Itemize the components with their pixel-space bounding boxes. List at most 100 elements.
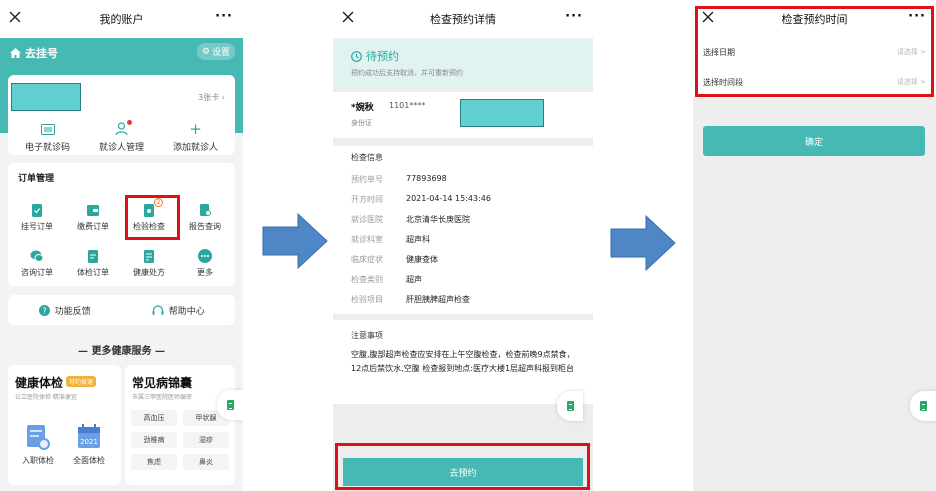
order-management: 订单管理 挂号订单 缴费订单 2 检验检查 报告查询 咨询订单 体检订单 健康处… <box>8 163 235 286</box>
exam-booking-detail-screen: 检查预约详情 ··· 待预约 预约成功后支持取消，并可重新预约 *婉秋 1101… <box>333 0 593 491</box>
page-title: 我的账户 <box>99 13 144 26</box>
close-icon[interactable] <box>342 11 354 23</box>
order-item-register[interactable]: 挂号订单 <box>9 203 65 232</box>
note-icon <box>566 401 574 411</box>
disease-chip[interactable]: 劲椎病 <box>131 432 177 448</box>
info-value: 77893698 <box>406 174 447 183</box>
patient-name: *婉秋 <box>351 103 374 113</box>
info-value: 超声 <box>406 275 422 284</box>
order-item-payment[interactable]: 缴费订单 <box>65 203 121 232</box>
barcode-icon <box>40 121 55 137</box>
close-icon[interactable] <box>9 11 21 23</box>
order-item-report[interactable]: 报告查询 <box>177 203 233 232</box>
flow-arrow-1 <box>262 213 328 269</box>
settings-button[interactable]: ⚙ 设置 <box>196 43 235 60</box>
floating-note-button[interactable] <box>557 391 583 421</box>
gear-icon: ⚙ <box>201 46 210 57</box>
info-value: 健康查体 <box>406 255 438 264</box>
nav-bar: 检查预约详情 ··· <box>333 0 593 38</box>
order-label: 挂号订单 <box>21 222 53 231</box>
disease-chip[interactable]: 湿疹 <box>183 432 229 448</box>
order-label: 咨询订单 <box>21 268 53 277</box>
settings-label: 设置 <box>211 48 230 58</box>
floating-note-button[interactable] <box>217 390 243 420</box>
wallet-icon <box>87 205 99 216</box>
go-register-label: 去挂号 <box>25 47 58 60</box>
info-key: 检查类别 <box>351 275 383 284</box>
person-icon <box>115 120 132 137</box>
order-item-more[interactable]: 更多 <box>177 249 233 278</box>
status-desc: 预约成功后支持取消，并可重新预约 <box>351 69 463 77</box>
onboarding-exam[interactable]: 入职体检 <box>13 423 63 466</box>
id-type: 身份证 <box>351 119 372 127</box>
more-menu-icon[interactable]: ··· <box>215 10 233 23</box>
info-row: 检查类别 超声 <box>351 274 422 285</box>
disease-chip[interactable]: 焦虑 <box>131 454 177 470</box>
home-icon <box>10 48 21 58</box>
confirm-button[interactable]: 确定 <box>703 126 925 156</box>
order-item-checkup[interactable]: 体检订单 <box>65 249 121 278</box>
document-icon <box>27 425 50 450</box>
my-account-screen: 我的账户 ··· 去挂号 ⚙ 设置 3张卡 › 电子就诊码 就诊人管理 + 添加… <box>0 0 243 491</box>
health-check-card[interactable]: 健康体检 可约极速 公立医院体检·精准便宜 入职体检 2021 全面体检 <box>8 365 121 485</box>
info-row: 就诊医院 北京清华长庚医院 <box>351 214 470 225</box>
booking-status: 待预约 预约成功后支持取消，并可重新预约 <box>333 38 593 88</box>
page-title: 检查预约详情 <box>430 13 496 26</box>
help-label: 帮助中心 <box>168 306 205 317</box>
quick-e-code[interactable]: 电子就诊码 <box>10 121 85 153</box>
order-label: 报告查询 <box>189 222 221 231</box>
patient-section: *婉秋 1101**** 身份证 <box>333 92 593 138</box>
highlight-book-button <box>335 443 590 490</box>
exam-label: 入职体检 <box>22 456 54 465</box>
order-label: 健康处方 <box>133 268 165 277</box>
notes-section: 注意事项 空腹,腹部超声检查应安排在上午空腹检查，检查前晚9点禁食，12点后禁饮… <box>333 320 593 404</box>
section-title: 检查信息 <box>351 153 383 162</box>
info-value: 肝胆胰脾超声检查 <box>406 295 470 304</box>
info-row: 临床症状 健康查体 <box>351 254 438 265</box>
quick-add-patient[interactable]: + 添加就诊人 <box>158 120 233 153</box>
feedback-label: 功能反馈 <box>54 306 91 317</box>
order-item-prescription[interactable]: 健康处方 <box>121 249 177 278</box>
clipboard-check-icon <box>32 204 42 217</box>
info-row: 检验项目 肝胆胰脾超声检查 <box>351 294 470 305</box>
card-title: 健康体检 <box>15 376 64 390</box>
info-key: 检验项目 <box>351 295 383 304</box>
quick-patient-manage[interactable]: 就诊人管理 <box>84 120 159 153</box>
go-register-link[interactable]: 去挂号 <box>10 45 58 61</box>
info-value: 2021-04-14 15:43:46 <box>406 194 491 203</box>
card-count: 3张卡 <box>198 93 220 102</box>
more-menu-icon[interactable]: ··· <box>565 10 583 23</box>
prescription-icon <box>144 250 154 263</box>
info-row: 预约单号 77893698 <box>351 174 447 185</box>
full-exam[interactable]: 2021 全面体检 <box>64 423 114 466</box>
help-center-button[interactable]: 帮助中心 <box>122 295 236 325</box>
disease-chip[interactable]: 鼻炎 <box>183 454 229 470</box>
notification-dot <box>127 120 132 125</box>
section-title: 订单管理 <box>18 174 55 184</box>
order-item-consult[interactable]: 咨询订单 <box>9 249 65 278</box>
redacted-info <box>460 99 544 127</box>
chat-icon <box>30 250 44 262</box>
svg-text:?: ? <box>42 306 46 315</box>
info-value: 超声科 <box>406 235 430 244</box>
headset-icon <box>152 304 164 315</box>
feedback-button[interactable]: ? 功能反馈 <box>8 295 122 325</box>
status-badge: 可约极速 <box>66 376 97 387</box>
floating-note-button[interactable] <box>910 391 936 421</box>
calendar-icon: 2021 <box>78 424 100 448</box>
card-count-link[interactable]: 3张卡 › <box>198 92 225 103</box>
highlight-lab-test <box>125 195 180 240</box>
patient-card-box: 3张卡 › 电子就诊码 就诊人管理 + 添加就诊人 <box>8 75 235 155</box>
report-search-icon <box>200 204 211 216</box>
disease-chip[interactable]: 高血压 <box>131 410 177 426</box>
status-title: 待预约 <box>366 50 399 63</box>
card-title: 常见病锦囊 <box>132 376 193 390</box>
quick-label: 电子就诊码 <box>24 143 70 153</box>
common-disease-card[interactable]: 常见病锦囊 市属三甲医院医师编审 高血压 甲状腺 劲椎病 湿疹 焦虑 鼻炎 <box>125 365 235 485</box>
quick-label: 就诊人管理 <box>98 143 144 153</box>
info-key: 开方时间 <box>351 195 383 204</box>
info-key: 就诊医院 <box>351 215 383 224</box>
section-title: 注意事项 <box>351 331 383 340</box>
redacted-name <box>11 83 81 111</box>
exam-info-section: 检查信息 预约单号 77893698 开方时间 2021-04-14 15:43:4… <box>333 146 593 314</box>
